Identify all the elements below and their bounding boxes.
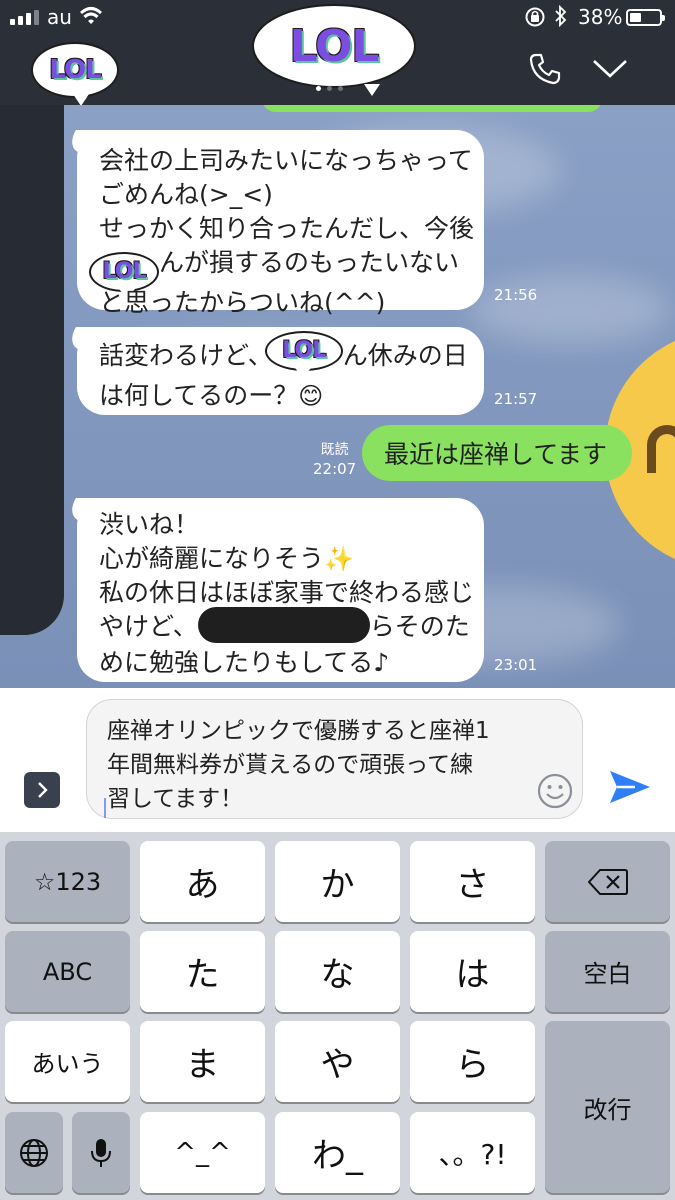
chat-header: au 38% LOL LOL [0,0,675,106]
read-receipt: 既読 22:07 [313,441,356,480]
chevron-down-icon[interactable] [592,58,628,80]
chat-title-sticker[interactable]: LOL [252,4,416,96]
key-ka[interactable]: か [275,841,400,922]
read-label: 既読 [320,442,349,458]
message-text-line: は何してるのー？😊 [99,379,484,413]
back-avatar-sticker[interactable]: LOL [31,42,119,106]
message-text-fragment: らそのた [369,612,470,641]
chevron-right-icon [38,782,48,798]
mic-key[interactable] [72,1112,130,1193]
page-indicator [316,86,343,91]
message-text-line: やけど、 らそのた [99,607,484,646]
backspace-key[interactable] [545,841,670,922]
japanese-keyboard: ☆123 ABC あいう あ か さ た な は ま や ら ^_^ わ_ 、。… [0,832,675,1200]
message-input-bar: 座禅オリンピックで優勝すると座禅1 年間無料券が貰えるので頑張って練 習してます… [0,688,675,832]
globe-key[interactable] [5,1112,63,1193]
smile-emoji-icon: 😊 [298,382,324,410]
input-text-line: 習してます！ [107,786,244,812]
message-time: 22:07 [313,460,357,478]
message-text-line: せっかく知り合ったんだし、今後 [99,214,475,243]
key-sa[interactable]: さ [410,841,535,922]
background-dark-shape [0,105,64,635]
globe-icon [20,1138,48,1167]
chat-area[interactable]: 会社の上司みたいになっちゃって ごめんね(>_<) せっかく知り合ったんだし、今… [0,105,675,688]
key-kana[interactable]: あいう [5,1021,130,1102]
received-message-bubble[interactable]: 話変わるけど、 LOL ん休みの日 は何してるのー？😊 [62,327,484,415]
wifi-icon [79,7,103,24]
space-key[interactable]: 空白 [545,931,670,1012]
key-punctuation[interactable]: 、。?! [410,1112,535,1193]
key-ya[interactable]: や [275,1021,400,1102]
message-text-line: 心が綺麗になりそう✨ [99,542,484,576]
input-text-line: 年間無料券が貰えるので頑張って練 [107,752,474,778]
key-emoticon[interactable]: ^_^ [140,1112,265,1193]
message-text-line: 私の休日はほぼ家事で終わる感じ [99,578,475,607]
key-ra[interactable]: ら [410,1021,535,1102]
inline-lol-sticker: LOL [264,331,343,377]
phone-icon[interactable] [528,52,562,86]
microphone-icon [91,1138,111,1167]
key-numbers[interactable]: ☆123 [5,841,130,922]
rotation-lock-icon [525,7,545,27]
message-text-fragment: やけど、 [99,612,198,641]
previous-message-bubble[interactable] [262,105,602,112]
message-text-line: ごめんね(>_<) [99,180,273,209]
battery-icon [626,9,665,26]
received-message-bubble[interactable]: 渋いね！ 心が綺麗になりそう✨ 私の休日はほぼ家事で終わる感じ やけど、 らそのた… [62,498,484,682]
message-text-fragment: は何してるのー？ [99,381,299,410]
key-ha[interactable]: は [410,931,535,1012]
input-text-line: 座禅オリンピックで優勝すると座禅1 [107,718,490,744]
return-key[interactable]: 改行 [545,1021,670,1193]
message-text-line: 会社の上司みたいになっちゃって [99,146,473,175]
redacted-text [197,607,370,643]
received-message-bubble[interactable]: 会社の上司みたいになっちゃって ごめんね(>_<) せっかく知り合ったんだし、今… [62,130,484,317]
message-text-line: と思ったからついね(^^) [99,288,386,317]
key-ta[interactable]: た [140,931,265,1012]
sparkles-emoji-icon: ✨ [324,545,354,573]
message-text-fragment: 心が綺麗になりそう [99,544,325,573]
message-text-line: 話変わるけど、 LOL ん休みの日 [99,331,484,379]
chat-title-text: LOL [289,20,380,72]
message-text-fragment: 話変わるけど、 [99,341,273,370]
message-time: 23:01 [494,656,538,674]
message-text: 最近は座禅してます [384,440,608,469]
key-wa[interactable]: わ_ [275,1112,400,1193]
key-a[interactable]: あ [140,841,265,922]
message-time: 21:57 [494,390,538,408]
key-na[interactable]: な [275,931,400,1012]
carrier-name: au [47,5,72,29]
message-input[interactable]: 座禅オリンピックで優勝すると座禅1 年間無料券が貰えるので頑張って練 習してます… [86,699,583,819]
send-icon[interactable] [607,764,653,810]
key-abc[interactable]: ABC [5,931,130,1012]
message-text-fragment: んが損するのもったいない [159,248,460,277]
message-text-line: めに勉強したりもしてる♪ [99,648,390,677]
back-sticker-text: LOL [49,55,101,85]
message-text-line: 渋いね！ [99,510,200,539]
text-cursor [104,798,106,818]
message-text-line: LOL んが損するのもったいない [89,246,484,298]
backspace-icon [587,868,628,895]
battery-percent: 38% [578,5,623,29]
key-ma[interactable]: ま [140,1021,265,1102]
message-text-fragment: ん休みの日 [342,341,468,370]
expand-menu-button[interactable] [24,772,60,808]
message-time: 21:56 [494,286,538,304]
bluetooth-icon [555,5,567,27]
smile-icon[interactable] [537,773,573,809]
sent-message-bubble[interactable]: 最近は座禅してます [362,425,632,481]
cell-signal-icon [10,10,39,25]
